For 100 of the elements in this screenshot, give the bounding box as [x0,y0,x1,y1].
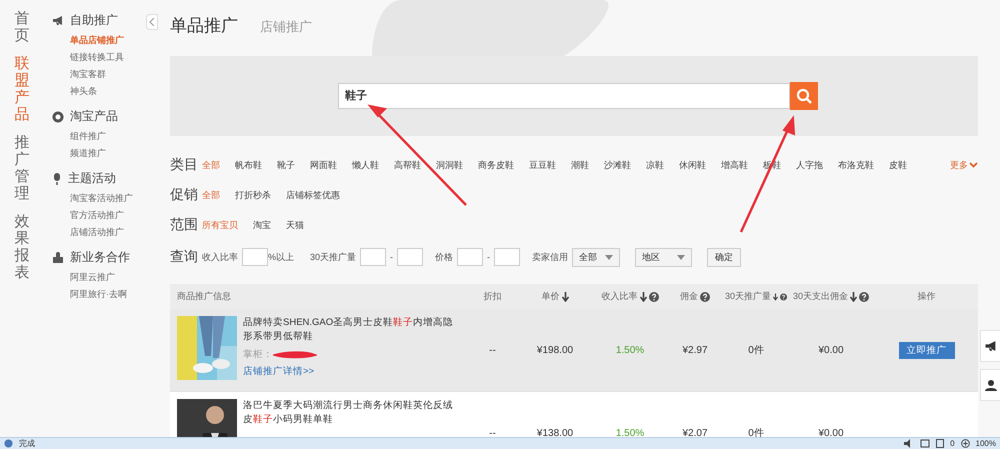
filter-option[interactable]: 人字拖 [796,158,823,172]
filter-option[interactable]: 帆布鞋 [235,158,262,172]
table-cell: ¥2.97 [682,344,708,356]
group-title: 淘宝产品 [70,108,118,125]
column-header: 30天推广量 [725,290,772,303]
range-dash: - [487,252,490,262]
filter-option[interactable]: 商务皮鞋 [478,158,514,172]
help-icon[interactable] [700,292,710,302]
zoom-level: 100% [976,439,996,448]
help-icon[interactable] [780,292,787,302]
filter-option[interactable]: 懒人鞋 [352,158,379,172]
filter-option[interactable]: 天猫 [286,218,304,232]
help-icon[interactable] [648,292,658,302]
input-field[interactable] [494,248,520,266]
filter-option[interactable]: 休闲鞋 [679,158,706,172]
table-cell: ¥138.00 [536,428,574,437]
nav-item[interactable]: 效果报表 [14,212,30,282]
caret-icon [677,254,686,260]
region-dropdown[interactable]: 地区 [635,248,692,266]
credit-dropdown[interactable]: 全部 [572,248,620,266]
filter-option[interactable]: 高帮鞋 [394,158,421,172]
sort-arrow-icon[interactable] [773,292,778,302]
nav-item[interactable]: 首页 [14,10,30,44]
collapse-button[interactable] [146,14,158,30]
promote-button[interactable]: 立即推广 [898,342,954,358]
search-field[interactable]: 鞋子 [338,82,790,108]
sort-arrow-icon[interactable] [562,292,568,302]
sidebar-item[interactable]: 阿里旅行·去啊 [52,286,158,303]
table-cell: 1.50% [616,344,644,356]
search-button[interactable] [790,82,818,110]
input-field[interactable] [242,248,268,266]
product-title[interactable]: 品牌特卖SHEN.GAO圣高男士皮鞋鞋子内增高隐形系带男低帮鞋 [243,316,461,344]
filter-option[interactable]: 靴子 [277,158,295,172]
user-button[interactable] [980,369,1000,401]
sort-arrow-icon[interactable] [850,292,857,302]
filter-option[interactable]: 潮鞋 [571,158,589,172]
megaphone-button[interactable] [980,330,1000,362]
input-field[interactable] [360,248,386,266]
filter-option[interactable]: 店铺标签优惠 [286,188,340,202]
sidebar-item[interactable]: 淘宝客活动推广 [52,190,158,207]
sort-arrow-icon[interactable] [640,292,646,302]
column-header: 操作 [918,290,936,303]
user-icon [984,379,996,391]
table-cell: ¥0.00 [818,428,844,437]
sidebar-item[interactable]: 组件推广 [52,128,158,145]
microphone-icon [52,172,62,184]
zoom-icon [960,439,970,448]
field-label: 收入比率 [202,250,238,264]
table-cell: -- [489,344,496,356]
filter-label: 范围 [170,216,199,234]
caret-icon [605,254,614,260]
range-dash: - [390,252,394,262]
sidebar-item[interactable]: 频道推广 [52,145,158,162]
shop-details-link[interactable]: 店铺推广详情>> [243,365,461,378]
filter-option[interactable]: 增高鞋 [721,158,748,172]
group-title: 新业务合作 [70,249,130,266]
sidebar-item[interactable]: 淘宝客群 [52,66,158,83]
filter-option[interactable]: 网面鞋 [310,158,337,172]
seller-label: 掌柜： [243,348,273,361]
sidebar-item[interactable]: 官方活动推广 [52,207,158,224]
megaphone-icon [52,15,64,26]
help-icon[interactable] [859,292,869,302]
sidebar-item[interactable]: 神头条 [52,83,158,100]
status-text: 完成 [19,438,35,449]
filter-option[interactable]: 淘宝 [253,218,271,232]
confirm-button[interactable]: 确定 [707,248,742,266]
column-header: 折扣 [484,290,502,303]
field-label: 卖家信用 [532,250,568,264]
filter-option[interactable]: 豆豆鞋 [529,158,556,172]
filter-option[interactable]: 打折秒杀 [235,188,271,202]
chevron-down-icon [969,162,978,168]
filter-option[interactable]: 皮鞋 [889,158,907,172]
filter-label: 查询 [170,248,199,266]
field-label: 价格 [435,250,454,264]
sidebar-item[interactable]: 店铺活动推广 [52,224,158,241]
sidebar-item[interactable]: 阿里云推广 [52,269,158,286]
field-label: 30天推广量 [310,250,356,264]
filter-option[interactable]: 布洛克鞋 [838,158,874,172]
column-header: 佣金 [680,290,698,303]
page-icon [936,439,944,448]
tab[interactable]: 单品推广 [170,14,238,37]
input-field[interactable] [457,248,484,266]
group-title: 主题活动 [68,170,116,187]
nav-item[interactable]: 推广管理 [14,134,30,202]
input-field[interactable] [397,248,424,266]
filter-option[interactable]: 沙滩鞋 [604,158,631,172]
field-label: %以上 [268,250,294,264]
column-header: 30天支出佣金 [792,290,848,303]
product-title[interactable]: 洛巴牛夏季大码潮流行男士商务休闲鞋英伦反绒皮鞋子小码男鞋单鞋 [243,399,461,427]
table-cell: ¥198.00 [536,344,574,356]
search-icon [796,88,812,104]
table-cell: 1.50% [616,428,644,437]
column-header: 商品推广信息 [177,290,231,303]
filter-label: 类目 [170,156,199,174]
chevron-left-icon [149,18,155,26]
table-cell: ¥0.00 [818,344,844,356]
filter-option[interactable]: 凉鞋 [646,158,664,172]
sidebar-item[interactable]: 链接转换工具 [52,49,158,66]
table-cell: -- [489,428,496,437]
filter-option[interactable]: 洞洞鞋 [436,158,463,172]
